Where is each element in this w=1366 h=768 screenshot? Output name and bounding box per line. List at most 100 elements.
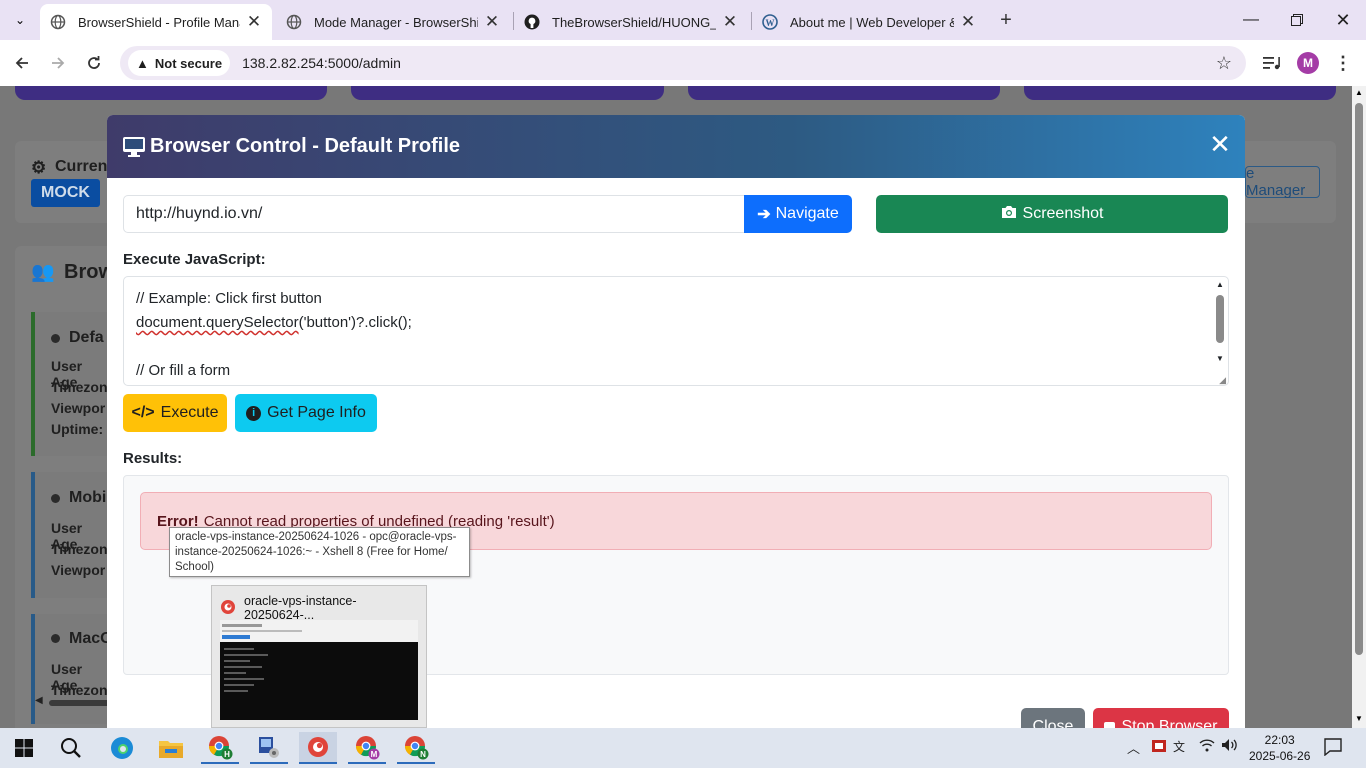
gear-icon: ⚙ — [31, 158, 47, 177]
wordpress-icon: W — [762, 14, 778, 30]
windows-taskbar: H M N ︿ 文 22:03 2025-06-26 — [0, 728, 1366, 768]
chrome-profile-h-icon[interactable]: H — [201, 732, 239, 764]
address-bar[interactable]: ▲ Not secure 138.2.82.254:5000/admin ☆ — [120, 46, 1246, 80]
tab-github-repo[interactable]: TheBrowserShield/HUONG_DA ✕ — [514, 4, 748, 40]
spellcheck-underline: document.querySelector — [136, 314, 299, 331]
tab-about-me[interactable]: W About me | Web Developer & D ✕ — [752, 4, 986, 40]
show-hidden-icons-icon[interactable]: ︿ — [1127, 738, 1140, 757]
system-clock[interactable]: 22:03 2025-06-26 — [1249, 732, 1310, 764]
chevron-down-icon: ⌄ — [14, 13, 26, 27]
horizontal-scrollbar[interactable]: ◀ — [35, 695, 115, 708]
svg-text:W: W — [766, 18, 775, 28]
security-tray-icon[interactable] — [1151, 738, 1167, 757]
new-tab-button[interactable]: + — [994, 8, 1018, 32]
avatar[interactable]: M — [1297, 52, 1319, 74]
menu-dots-icon[interactable]: ⋮ — [1332, 52, 1354, 74]
svg-text:M: M — [371, 750, 378, 759]
tab-strip: ⌄ BrowserShield - Profile Manage ✕ Mode … — [0, 0, 1366, 40]
editor-scrollbar[interactable]: ▲ ▼ — [1213, 278, 1227, 384]
execute-button[interactable]: </> Execute — [123, 394, 227, 432]
navigate-label: Navigate — [775, 205, 839, 222]
code-icon: </> — [131, 404, 155, 421]
execute-label: Execute — [160, 404, 219, 421]
scroll-up-icon[interactable]: ▲ — [1355, 88, 1363, 97]
file-explorer-icon[interactable] — [152, 732, 190, 764]
info-icon: i — [246, 405, 262, 421]
camera-icon — [1001, 205, 1017, 224]
scroll-left-icon: ◀ — [35, 695, 43, 706]
tab-browsershield-profile[interactable]: BrowserShield - Profile Manage ✕ — [40, 4, 272, 40]
get-page-info-button[interactable]: i Get Page Info — [235, 394, 377, 432]
taskbar-window-preview[interactable]: oracle-vps-instance-20250624-... — [211, 585, 427, 728]
notification-icon[interactable] — [1324, 738, 1342, 759]
restore-button[interactable] — [1274, 0, 1320, 40]
network-tool-icon[interactable] — [250, 732, 288, 764]
clock-time: 22:03 — [1264, 733, 1295, 747]
taskbar-tooltip: oracle-vps-instance-20250624-1026 - opc@… — [169, 527, 470, 577]
results-label: Results: — [123, 450, 183, 467]
screenshot-button[interactable]: Screenshot — [876, 195, 1228, 233]
scroll-down-icon[interactable]: ▼ — [1216, 354, 1224, 364]
security-label: Not secure — [154, 55, 223, 71]
scroll-down-icon[interactable]: ▼ — [1355, 714, 1363, 723]
profile-card[interactable]: Defa User Age Timezon Viewpor Uptime: — [31, 312, 111, 456]
language-tray-icon[interactable]: 文 — [1173, 738, 1185, 755]
stat-card — [15, 86, 327, 100]
arrow-right-icon: ➔ — [757, 206, 771, 223]
modal-header: Browser Control - Default Profile ✕ — [107, 115, 1245, 178]
scroll-up-icon[interactable]: ▲ — [1216, 280, 1224, 290]
code-line: document.querySelector('button')?.click(… — [136, 314, 412, 331]
url-text[interactable]: 138.2.82.254:5000/admin — [242, 55, 401, 71]
profile-card[interactable]: Mobi User Age Timezon Viewpor — [31, 472, 111, 598]
chrome-profile-m-icon[interactable]: M — [348, 732, 386, 764]
close-icon[interactable]: ✕ — [246, 12, 262, 32]
screenshot-label: Screenshot — [1022, 205, 1104, 222]
start-icon[interactable] — [5, 732, 43, 764]
media-control-icon[interactable] — [1261, 52, 1283, 74]
profile-line: Uptime: — [51, 421, 104, 437]
edge-icon[interactable] — [103, 732, 141, 764]
profile-line: Viewpor — [51, 562, 106, 578]
minimize-button[interactable]: — — [1228, 0, 1274, 40]
close-icon[interactable]: ✕ — [484, 12, 500, 32]
xshell-icon[interactable] — [299, 732, 337, 764]
status-dot — [51, 334, 60, 343]
mode-manager-button[interactable]: e Manager — [1245, 165, 1320, 199]
forward-button[interactable] — [43, 48, 73, 78]
tab-mode-manager[interactable]: Mode Manager - BrowserShield ✕ — [276, 4, 510, 40]
javascript-editor[interactable]: // Example: Click first button document.… — [123, 276, 1229, 386]
search-icon[interactable] — [52, 732, 90, 764]
navigate-button[interactable]: ➔ Navigate — [744, 195, 852, 233]
close-icon[interactable]: ✕ — [960, 12, 976, 32]
scrollbar-thumb[interactable] — [1355, 103, 1363, 655]
close-window-button[interactable]: ✕ — [1320, 0, 1366, 40]
tab-search-button[interactable]: ⌄ — [8, 8, 32, 32]
volume-icon[interactable] — [1221, 738, 1239, 755]
scrollbar-thumb[interactable] — [1216, 295, 1224, 343]
github-icon — [524, 14, 540, 30]
page-info-label: Get Page Info — [267, 404, 366, 421]
profile-name: Defa — [69, 329, 104, 346]
security-indicator[interactable]: ▲ Not secure — [128, 50, 231, 76]
arrow-left-icon — [15, 57, 28, 69]
code-line: // Example: Click first button — [136, 290, 322, 307]
url-input[interactable]: http://huynd.io.vn/ — [123, 195, 745, 233]
tab-title: BrowserShield - Profile Manage — [78, 14, 240, 30]
stat-card — [688, 86, 1000, 100]
reload-button[interactable] — [79, 48, 109, 78]
svg-text:H: H — [224, 750, 230, 759]
back-button[interactable] — [7, 48, 37, 78]
close-icon[interactable]: ✕ — [1209, 131, 1231, 157]
resize-handle-icon[interactable]: ◢ — [1219, 375, 1226, 385]
page-scrollbar[interactable]: ▲ ▼ — [1352, 86, 1366, 728]
chrome-profile-n-icon[interactable]: N — [397, 732, 435, 764]
tab-title: Mode Manager - BrowserShield — [314, 14, 478, 30]
svg-text:N: N — [420, 750, 426, 759]
wifi-icon[interactable] — [1199, 738, 1215, 755]
stat-card — [1024, 86, 1336, 100]
code-line: // Or fill a form — [136, 362, 231, 379]
close-icon[interactable]: ✕ — [722, 12, 738, 32]
users-icon: 👥 — [31, 262, 55, 283]
bookmark-star-icon[interactable]: ☆ — [1216, 53, 1232, 74]
